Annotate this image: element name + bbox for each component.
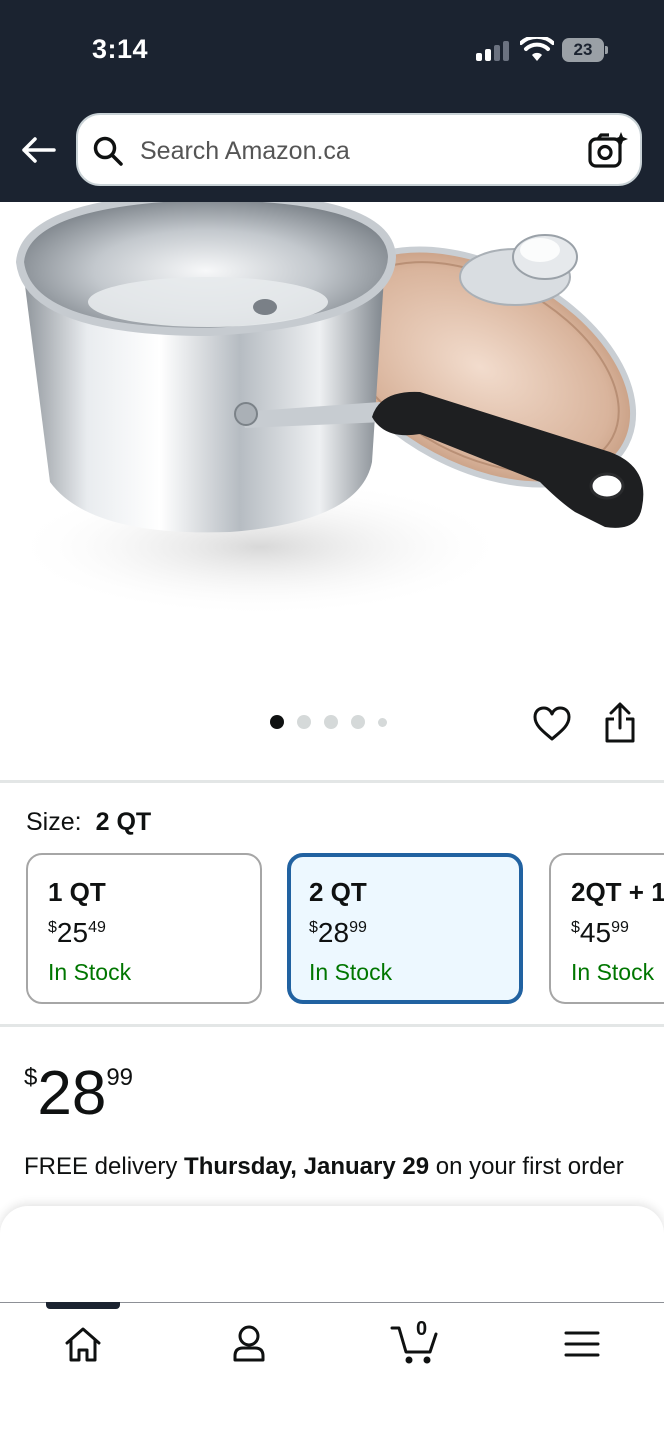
back-arrow-icon bbox=[22, 137, 56, 163]
cart-button[interactable]: 0 bbox=[390, 1318, 442, 1366]
carousel-dot[interactable] bbox=[270, 715, 284, 729]
size-label-row: Size: 2 QT bbox=[26, 808, 151, 837]
share-icon[interactable] bbox=[602, 702, 638, 744]
search-input[interactable] bbox=[140, 133, 560, 169]
section-divider bbox=[0, 1024, 664, 1027]
back-button[interactable] bbox=[18, 132, 58, 168]
app-header: 3:14 23 bbox=[0, 0, 664, 202]
status-time: 3:14 bbox=[92, 34, 149, 64]
option-name: 2 QT bbox=[309, 877, 367, 907]
selected-size: 2 QT bbox=[95, 808, 152, 836]
option-price: $4599 bbox=[571, 917, 629, 948]
size-option-2qt[interactable]: 2 QT $2899 In Stock bbox=[287, 853, 523, 1004]
carousel-dot[interactable] bbox=[324, 715, 338, 729]
heart-icon[interactable] bbox=[532, 704, 572, 744]
option-price: $2899 bbox=[309, 917, 367, 948]
camera-search-icon[interactable] bbox=[588, 131, 628, 169]
home-icon[interactable] bbox=[61, 1322, 105, 1366]
delivery-date: Thursday, January 29 bbox=[184, 1153, 430, 1180]
option-name: 1 QT bbox=[48, 877, 106, 907]
carousel-dot[interactable] bbox=[351, 715, 365, 729]
size-option-1qt[interactable]: 1 QT $2549 In Stock bbox=[26, 853, 262, 1004]
product-image[interactable] bbox=[0, 202, 664, 680]
size-label: Size: bbox=[26, 808, 82, 836]
option-stock-status: In Stock bbox=[48, 959, 132, 985]
option-price: $2549 bbox=[48, 917, 106, 948]
product-price: $2899 bbox=[24, 1058, 133, 1129]
price-fraction: 99 bbox=[106, 1064, 134, 1091]
section-divider bbox=[0, 780, 664, 783]
image-carousel-indicator[interactable] bbox=[270, 715, 387, 729]
option-stock-status: In Stock bbox=[309, 959, 393, 985]
battery-icon: 23 bbox=[562, 38, 608, 62]
wifi-icon bbox=[520, 37, 554, 61]
cellular-signal-icon bbox=[476, 39, 510, 61]
saucepan-image bbox=[10, 202, 644, 617]
cart-count-badge: 0 bbox=[416, 1318, 428, 1340]
carousel-dot[interactable] bbox=[378, 717, 387, 727]
delivery-info: FREE delivery Thursday, January 29 on yo… bbox=[24, 1153, 624, 1180]
option-stock-status: In Stock bbox=[571, 959, 655, 985]
battery-level: 23 bbox=[562, 38, 604, 62]
active-tab-indicator bbox=[46, 1302, 120, 1309]
menu-icon[interactable] bbox=[560, 1322, 604, 1366]
search-icon bbox=[93, 136, 123, 166]
option-name: 2QT + 1 bbox=[571, 877, 664, 907]
price-whole: 28 bbox=[37, 1059, 107, 1128]
account-icon[interactable] bbox=[227, 1322, 271, 1366]
size-option-2qt-plus[interactable]: 2QT + 1 $4599 In Stock bbox=[549, 853, 664, 1004]
search-bar[interactable] bbox=[76, 113, 642, 186]
price-currency: $ bbox=[24, 1064, 38, 1091]
carousel-dot[interactable] bbox=[297, 715, 311, 729]
